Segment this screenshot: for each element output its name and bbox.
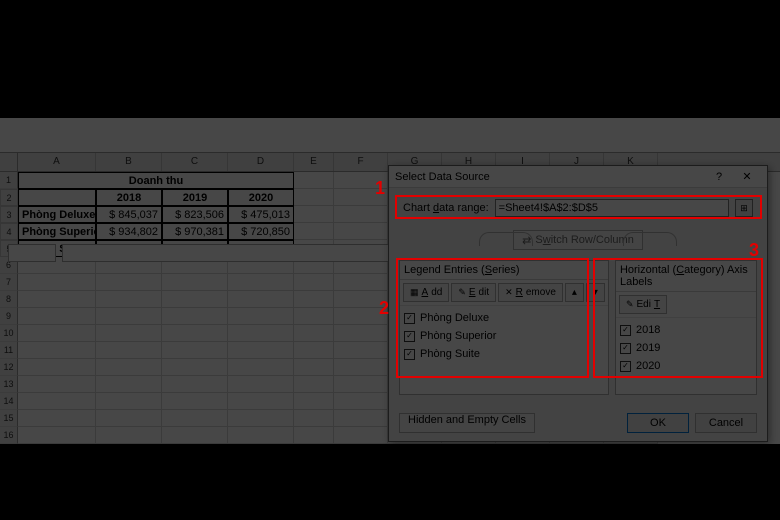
row-header[interactable]: 12	[0, 359, 18, 376]
col-header-b[interactable]: B	[96, 153, 162, 171]
close-button[interactable]: ✕	[733, 166, 761, 188]
add-icon: ▦	[410, 287, 419, 298]
chart-data-range-row: Chart data range: ⊞	[399, 196, 757, 220]
formula-bar[interactable]	[62, 244, 402, 262]
hidden-empty-cells-button[interactable]: Hidden and Empty Cells	[399, 413, 535, 433]
table-title[interactable]: Doanh thu	[18, 172, 294, 189]
annotation-number-3: 3	[749, 240, 759, 261]
year-header[interactable]: 2020	[228, 189, 294, 206]
row-header[interactable]: 11	[0, 342, 18, 359]
checkbox-icon[interactable]: ✓	[404, 331, 415, 342]
axis-item[interactable]: ✓ 2020	[620, 357, 752, 375]
edit-icon: ✎	[626, 299, 634, 310]
checkbox-icon[interactable]: ✓	[404, 349, 415, 360]
axis-labels-title: Horizontal (Category) Axis Labels	[616, 261, 756, 292]
chart-data-range-label: Chart data range:	[403, 202, 489, 214]
checkbox-icon[interactable]: ✓	[620, 361, 631, 372]
axis-item[interactable]: ✓ 2019	[620, 339, 752, 357]
chevron-down-icon: ▾	[593, 287, 598, 298]
move-up-button[interactable]: ▴	[565, 283, 584, 302]
series-item[interactable]: ✓ Phòng Superior	[404, 327, 604, 345]
select-data-source-dialog: Select Data Source ? ✕ Chart data range:…	[388, 165, 768, 442]
legend-entries-panel: Legend Entries (Series) ▦Add ✎Edit ✕Remo…	[399, 260, 609, 395]
row-header[interactable]: 2	[0, 189, 18, 206]
ok-button[interactable]: OK	[627, 413, 689, 433]
name-box[interactable]	[8, 244, 56, 262]
dialog-titlebar[interactable]: Select Data Source ? ✕	[389, 166, 767, 188]
row-header[interactable]: 9	[0, 308, 18, 325]
edit-series-button[interactable]: ✎Edit	[451, 283, 496, 302]
remove-icon: ✕	[505, 287, 513, 298]
col-header-f[interactable]: F	[334, 153, 388, 171]
row-header[interactable]: 8	[0, 291, 18, 308]
move-down-button[interactable]: ▾	[586, 283, 605, 302]
legend-entries-title: Legend Entries (Series)	[400, 261, 608, 280]
cell-value[interactable]: $ 970,381	[162, 223, 228, 240]
annotation-number-2: 2	[379, 298, 389, 319]
add-series-button[interactable]: ▦Add	[403, 283, 449, 302]
row-header[interactable]: 15	[0, 410, 18, 427]
series-item[interactable]: ✓ Phòng Deluxe	[404, 309, 604, 327]
row-header[interactable]: 1	[0, 172, 18, 189]
collapse-range-icon[interactable]: ⊞	[735, 199, 753, 217]
axis-labels-panel: Horizontal (Category) Axis Labels ✎EdiT …	[615, 260, 757, 395]
checkbox-icon[interactable]: ✓	[404, 313, 415, 324]
series-label: Phòng Superior	[420, 330, 496, 342]
col-header-c[interactable]: C	[162, 153, 228, 171]
series-item[interactable]: ✓ Phòng Suite	[404, 345, 604, 363]
axis-label: 2020	[636, 360, 660, 372]
row-header[interactable]: 4	[0, 223, 18, 240]
year-header[interactable]: 2019	[162, 189, 228, 206]
series-label: Phòng Suite	[420, 348, 480, 360]
cell-value[interactable]: $ 845,037	[96, 206, 162, 223]
cancel-button[interactable]: Cancel	[695, 413, 757, 433]
row-header[interactable]: 10	[0, 325, 18, 342]
row-header[interactable]: 13	[0, 376, 18, 393]
row-label[interactable]: Phòng Superior	[18, 223, 96, 240]
year-header[interactable]: 2018	[96, 189, 162, 206]
axis-item[interactable]: ✓ 2018	[620, 321, 752, 339]
row-label[interactable]: Phòng Deluxe	[18, 206, 96, 223]
chart-data-range-input[interactable]	[495, 199, 729, 217]
col-header-e[interactable]: E	[294, 153, 334, 171]
cell-value[interactable]: $ 823,506	[162, 206, 228, 223]
annotation-number-1: 1	[375, 178, 385, 199]
remove-series-button[interactable]: ✕Remove	[498, 283, 563, 302]
cell-value[interactable]: $ 475,013	[228, 206, 294, 223]
edit-icon: ✎	[458, 287, 466, 298]
cell-value[interactable]: $ 720,850	[228, 223, 294, 240]
edit-axis-button[interactable]: ✎EdiT	[619, 295, 667, 314]
axis-label: 2018	[636, 324, 660, 336]
row-header[interactable]: 3	[0, 206, 18, 223]
checkbox-icon[interactable]: ✓	[620, 325, 631, 336]
col-header-a[interactable]: A	[18, 153, 96, 171]
row-header[interactable]: 14	[0, 393, 18, 410]
series-label: Phòng Deluxe	[420, 312, 489, 324]
row-header[interactable]: 16	[0, 427, 18, 444]
chevron-up-icon: ▴	[572, 287, 577, 298]
cell-value[interactable]: $ 934,802	[96, 223, 162, 240]
dialog-title: Select Data Source	[395, 171, 705, 183]
col-header-d[interactable]: D	[228, 153, 294, 171]
axis-label: 2019	[636, 342, 660, 354]
row-header[interactable]: 7	[0, 274, 18, 291]
help-button[interactable]: ?	[705, 166, 733, 188]
checkbox-icon[interactable]: ✓	[620, 343, 631, 354]
